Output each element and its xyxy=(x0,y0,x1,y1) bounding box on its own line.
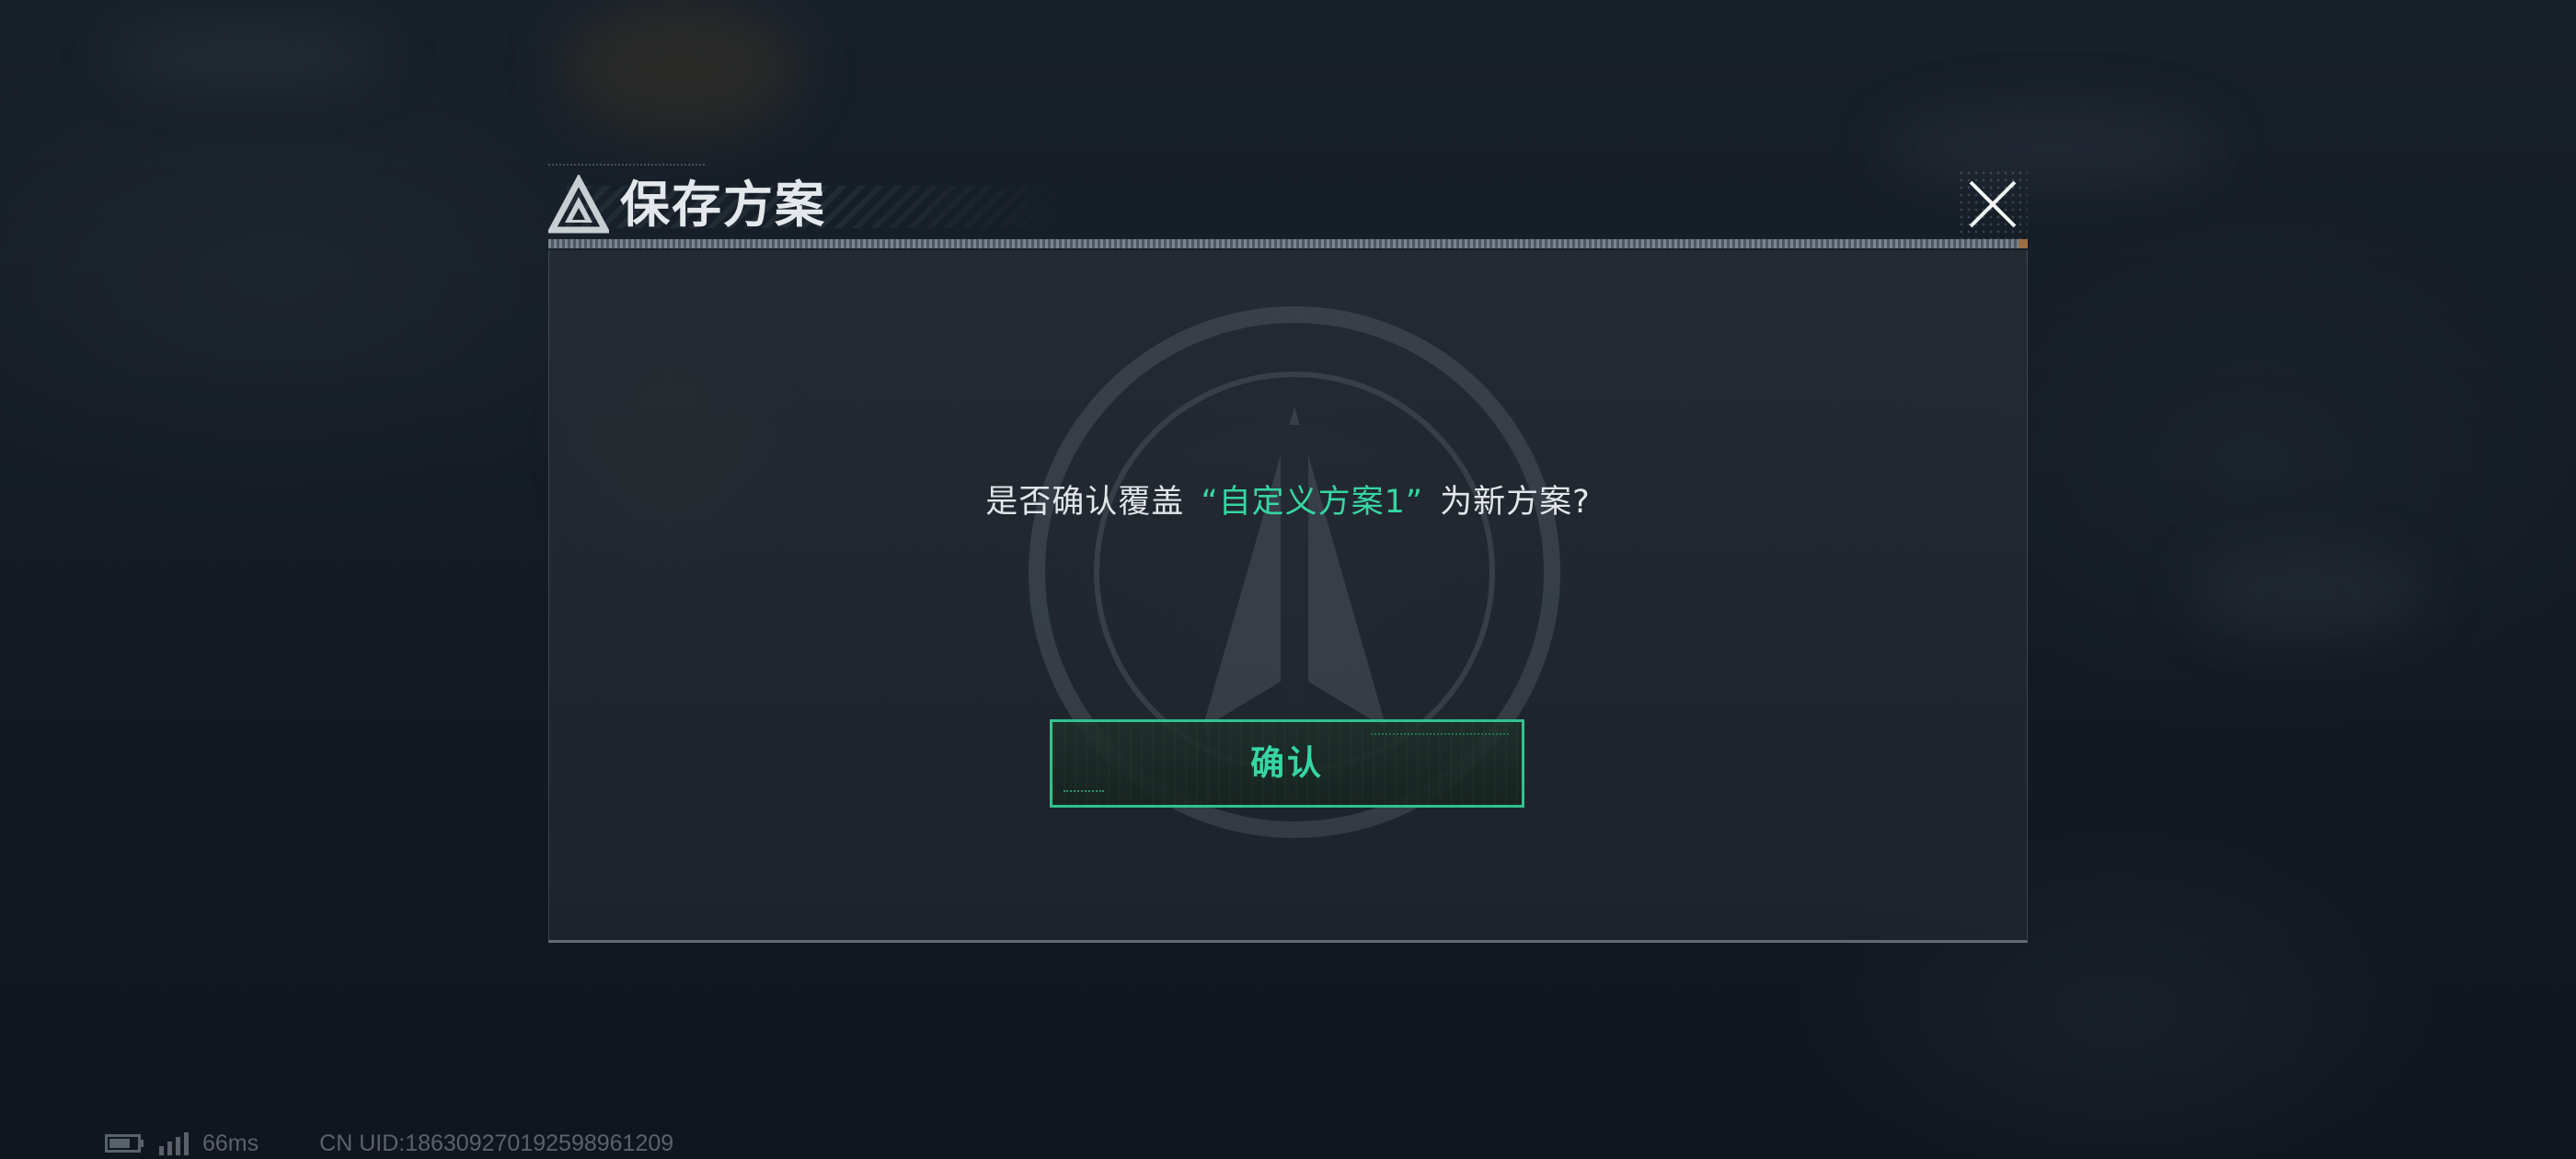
plan-name-highlight: “自定义方案1” xyxy=(1201,484,1423,521)
background-blur-spot xyxy=(110,28,386,83)
background-blur-spot xyxy=(2190,552,2429,635)
dialog-title-bar: 保存方案 xyxy=(548,164,2028,247)
status-bar: 66ms CN UID:1863092701925989612​09 xyxy=(105,1128,673,1159)
triangle-logo-icon xyxy=(548,175,609,234)
confirm-message: 是否确认覆盖 “自定义方案1” 为新方案? xyxy=(549,480,2027,524)
signal-icon xyxy=(159,1132,189,1155)
close-button[interactable] xyxy=(1958,169,2028,239)
latency-text: 66ms xyxy=(202,1130,259,1156)
message-text-end: 为新方案? xyxy=(1440,484,1591,521)
message-text: 是否确认覆盖 xyxy=(985,484,1185,521)
background-blur-spot xyxy=(561,0,800,138)
dialog-title: 保存方案 xyxy=(620,176,826,234)
confirm-button[interactable]: 确认 xyxy=(1050,719,1524,808)
title-divider xyxy=(548,239,2028,248)
battery-icon xyxy=(105,1134,144,1153)
dialog-body: 是否确认覆盖 “自定义方案1” 为新方案? 确认 xyxy=(548,250,2028,943)
uid-text: CN UID:1863092701925989612​09 xyxy=(319,1130,674,1156)
confirm-button-label: 确认 xyxy=(1250,743,1324,783)
close-icon xyxy=(1969,180,2017,228)
save-plan-dialog: 保存方案 是否确认覆盖 “自定义方案1” 为新方案? 确认 xyxy=(548,164,2028,943)
